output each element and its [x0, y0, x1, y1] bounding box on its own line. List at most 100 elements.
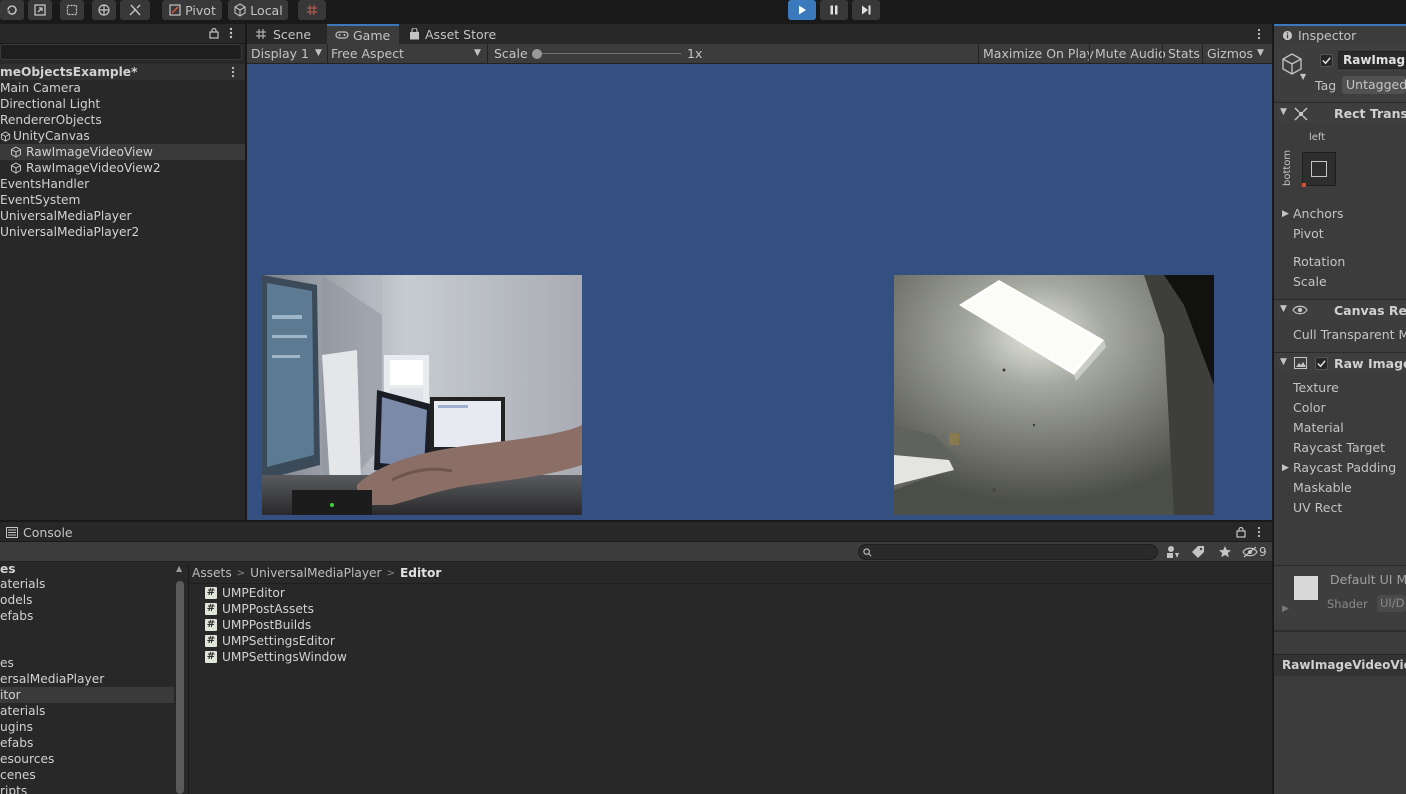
- file-item[interactable]: # UMPPostAssets: [205, 601, 314, 617]
- pivot-toggle[interactable]: Pivot: [162, 0, 222, 20]
- raw-image-header[interactable]: ▼ Raw Image: [1274, 352, 1406, 374]
- maximize-on-play-toggle[interactable]: Maximize On Play: [983, 44, 1094, 63]
- rect-tool-button[interactable]: [60, 0, 84, 20]
- hierarchy-header: [0, 24, 245, 44]
- bottom-tab-bar: Console: [0, 522, 1272, 542]
- tab-inspector[interactable]: Inspector: [1274, 24, 1406, 44]
- hierarchy-item[interactable]: UniversalMediaPlayer2: [0, 224, 139, 240]
- folder-item[interactable]: ersalMediaPlayer: [0, 671, 104, 687]
- foldout-arrow-icon[interactable]: ▶: [1282, 463, 1289, 473]
- folder-item[interactable]: aterials: [0, 576, 45, 592]
- gizmos-dropdown-icon[interactable]: ▼: [1257, 44, 1264, 63]
- cube-icon: [234, 3, 246, 17]
- hierarchy-item[interactable]: UniversalMediaPlayer: [0, 208, 132, 224]
- scene-row[interactable]: meObjectsExample*: [0, 64, 245, 80]
- hierarchy-item[interactable]: Main Camera: [0, 80, 81, 96]
- display-dropdown[interactable]: Display 1 ▼: [251, 44, 325, 63]
- hierarchy-item[interactable]: Directional Light: [0, 96, 100, 112]
- file-item[interactable]: # UMPSettingsEditor: [205, 633, 335, 649]
- scale-slider-handle[interactable]: [532, 49, 542, 59]
- favorite-star-icon[interactable]: [1218, 545, 1232, 559]
- file-name: UMPPostBuilds: [222, 618, 312, 632]
- lock-icon[interactable]: [208, 27, 220, 39]
- foldout-arrow-icon: ▼: [1280, 357, 1287, 367]
- more-options-icon[interactable]: [1256, 526, 1262, 538]
- grid-snap-icon: [307, 5, 317, 15]
- hierarchy-item[interactable]: EventsHandler: [0, 176, 89, 192]
- scroll-up-arrow-icon[interactable]: ▲: [176, 564, 182, 573]
- icon-dropdown-arrow[interactable]: ▼: [1300, 72, 1306, 81]
- shader-dropdown[interactable]: UI/D: [1377, 595, 1406, 612]
- folder-item[interactable]: cenes: [0, 767, 36, 783]
- filter-by-type-icon[interactable]: [1166, 545, 1180, 559]
- tab-game[interactable]: Game: [327, 24, 399, 44]
- folder-item[interactable]: odels: [0, 592, 32, 608]
- breadcrumb-item[interactable]: UniversalMediaPlayer: [250, 566, 382, 580]
- label-tag-icon[interactable]: [1191, 545, 1205, 559]
- breadcrumb-item[interactable]: Assets: [192, 566, 232, 580]
- stats-toggle[interactable]: Stats: [1168, 44, 1200, 63]
- more-options-icon[interactable]: [1256, 28, 1262, 40]
- lock-icon[interactable]: [1235, 526, 1247, 538]
- more-options-icon[interactable]: [228, 27, 234, 39]
- project-search-input[interactable]: [858, 544, 1158, 560]
- foldout-arrow-icon[interactable]: ▶: [1282, 209, 1289, 219]
- breadcrumb-item-current[interactable]: Editor: [400, 566, 441, 580]
- aspect-dropdown[interactable]: Free Aspect ▼: [331, 44, 485, 63]
- anchors-label[interactable]: Anchors: [1293, 206, 1344, 221]
- hierarchy-item[interactable]: UnityCanvas: [0, 128, 90, 144]
- default-ui-material-label: Default UI M: [1330, 572, 1406, 587]
- scale-slider-track[interactable]: [537, 53, 681, 54]
- local-toggle[interactable]: Local: [228, 0, 288, 20]
- folder-item[interactable]: es: [0, 563, 16, 577]
- rotation-label: Rotation: [1293, 254, 1346, 269]
- folder-tree-scrollbar[interactable]: [176, 581, 184, 794]
- play-button[interactable]: [788, 0, 816, 20]
- file-item[interactable]: # UMPEditor: [205, 585, 285, 601]
- preview-object-name: RawImageVideoView: [1282, 658, 1406, 672]
- grid-snap-button[interactable]: [298, 0, 326, 20]
- step-button[interactable]: [852, 0, 880, 20]
- custom-tool-button[interactable]: [120, 0, 150, 20]
- folder-item[interactable]: ugins: [0, 719, 33, 735]
- folder-item[interactable]: ripts: [0, 783, 27, 794]
- raycast-padding-label[interactable]: Raycast Padding: [1293, 460, 1396, 475]
- hierarchy-search-input[interactable]: [0, 44, 242, 60]
- file-item[interactable]: # UMPPostBuilds: [205, 617, 311, 633]
- folder-item[interactable]: efabs: [0, 608, 33, 624]
- canvas-renderer-header[interactable]: ▼ Canvas Rend: [1274, 299, 1406, 321]
- foldout-arrow-icon[interactable]: ▶: [1282, 604, 1289, 614]
- hierarchy-item[interactable]: RendererObjects: [0, 112, 102, 128]
- tab-scene[interactable]: Scene: [247, 24, 327, 44]
- rect-transform-header[interactable]: ▼ Rect Transfo: [1274, 102, 1406, 124]
- game-render-area[interactable]: [247, 64, 1272, 520]
- preview-bar[interactable]: RawImageVideoView: [1274, 654, 1406, 676]
- hierarchy-item-selected[interactable]: RawImageVideoView: [0, 144, 245, 160]
- anchor-presets-button[interactable]: [1302, 152, 1336, 187]
- folder-item[interactable]: efabs: [0, 735, 33, 751]
- raw-image-enabled-checkbox[interactable]: [1315, 357, 1328, 370]
- mute-audio-toggle[interactable]: Mute Audio: [1095, 44, 1166, 63]
- object-name-field[interactable]: RawImageV: [1338, 51, 1406, 69]
- tab-console[interactable]: Console: [6, 522, 73, 542]
- folder-item[interactable]: esources: [0, 751, 54, 767]
- folder-item[interactable]: es: [0, 655, 14, 671]
- material-swatch[interactable]: [1294, 576, 1318, 600]
- gizmos-toggle[interactable]: Gizmos: [1207, 44, 1253, 63]
- hierarchy-item[interactable]: EventSystem: [0, 192, 80, 208]
- uv-rect-label: UV Rect: [1293, 500, 1343, 515]
- foldout-arrow-icon: ▼: [1280, 107, 1287, 117]
- tab-asset-store[interactable]: Asset Store: [401, 24, 506, 44]
- scale-tool-button[interactable]: [28, 0, 52, 20]
- folder-item-selected[interactable]: itor: [0, 687, 174, 703]
- file-item[interactable]: # UMPSettingsWindow: [205, 649, 347, 665]
- scene-menu-icon[interactable]: [230, 66, 236, 78]
- transform-tool-button[interactable]: [92, 0, 116, 20]
- hidden-packages-toggle[interactable]: 9: [1242, 544, 1267, 560]
- pause-button[interactable]: [820, 0, 848, 20]
- tag-dropdown[interactable]: Untagged: [1342, 76, 1406, 94]
- rotate-tool-button[interactable]: [0, 0, 24, 20]
- folder-item[interactable]: aterials: [0, 703, 45, 719]
- hierarchy-item[interactable]: RawImageVideoView2: [0, 160, 161, 176]
- active-checkbox[interactable]: [1320, 54, 1333, 67]
